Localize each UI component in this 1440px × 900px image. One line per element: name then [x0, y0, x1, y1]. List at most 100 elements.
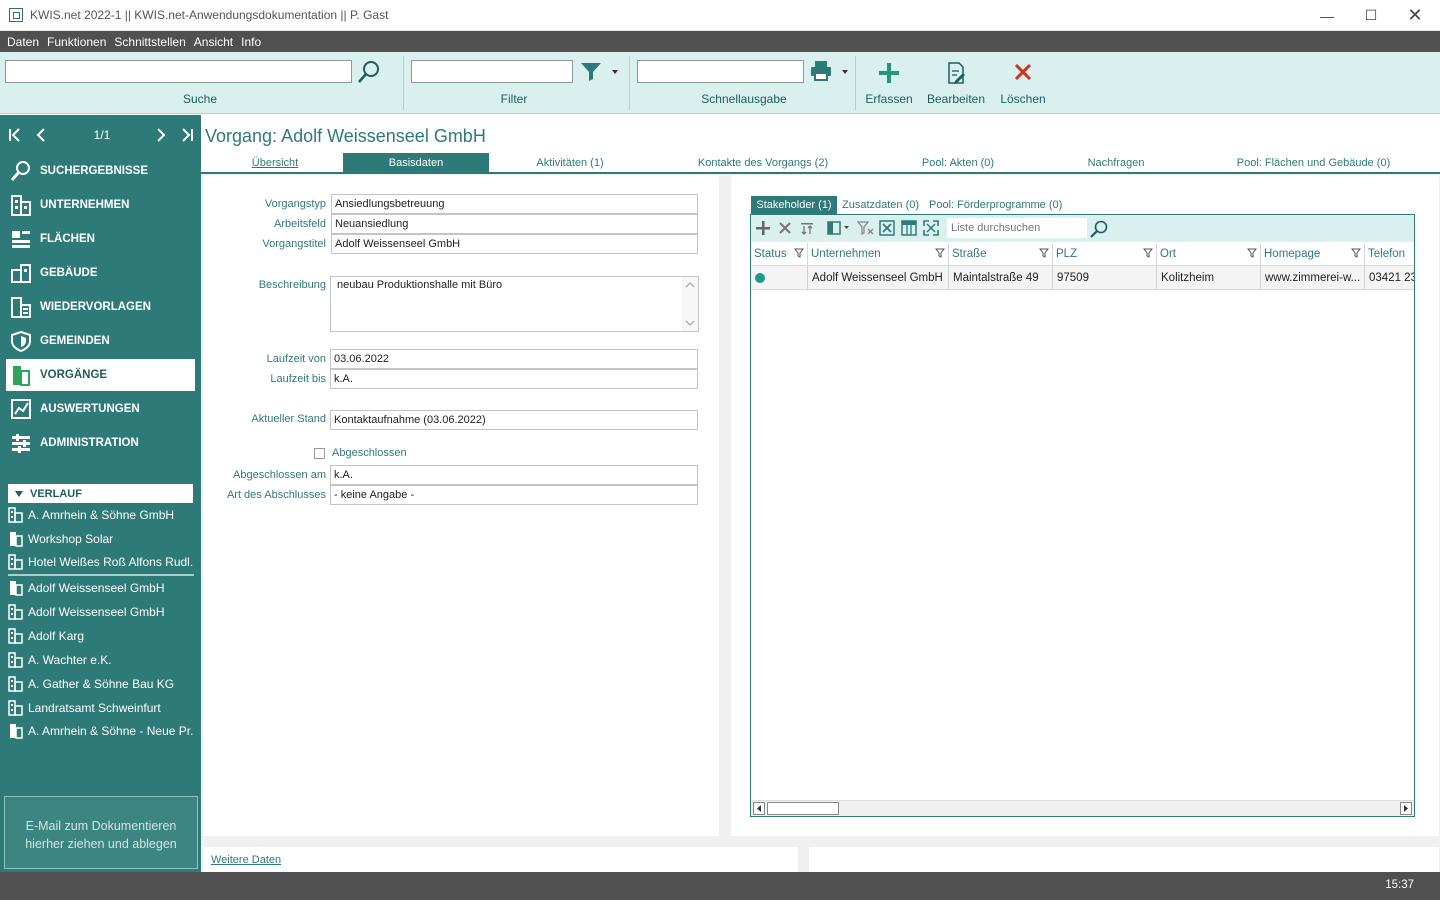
column-header-strasse[interactable]: Straße [949, 243, 1053, 265]
filter-icon[interactable] [1247, 248, 1257, 258]
remove-icon[interactable] [777, 220, 793, 236]
maximize-button[interactable]: ☐ [1348, 0, 1394, 31]
tab-uebersicht[interactable]: Übersicht [230, 153, 320, 173]
menu-ansicht[interactable]: Ansicht [194, 35, 233, 49]
printer-icon[interactable] [809, 59, 833, 83]
nav-gemeinden[interactable]: GEMEINDEN [0, 324, 201, 358]
history-item[interactable]: A. Gather & Söhne Bau KG [8, 672, 194, 696]
nav-vorgaenge[interactable]: VORGÄNGE [6, 359, 195, 391]
last-record-icon[interactable] [180, 128, 194, 142]
expand-icon[interactable] [923, 220, 939, 236]
column-header-status[interactable]: Status [751, 243, 808, 265]
tab-pool-akten[interactable]: Pool: Akten (0) [904, 153, 1012, 173]
abgeschlossen-am-field[interactable]: k.A. [330, 465, 698, 485]
history-item[interactable]: Adolf Weissenseel GmbH [8, 600, 194, 624]
homepage-cell[interactable]: www.zimmerei-w... [1261, 266, 1365, 289]
horizontal-scrollbar[interactable] [751, 800, 1414, 816]
weitere-daten-link[interactable]: Weitere Daten [211, 854, 281, 866]
filter-icon[interactable] [1143, 248, 1153, 258]
column-header-plz[interactable]: PLZ [1053, 243, 1157, 265]
subtab-foerderprogramme[interactable]: Pool: Förderprogramme (0) [929, 196, 1069, 214]
nav-flaechen[interactable]: FLÄCHEN [0, 222, 201, 256]
excel-export-icon[interactable] [879, 220, 895, 236]
column-header-telefon[interactable]: Telefon [1365, 243, 1414, 265]
history-item[interactable]: A. Amrhein & Söhne GmbH [8, 503, 194, 527]
column-header-homepage[interactable]: Homepage [1261, 243, 1365, 265]
search-input[interactable] [5, 60, 352, 83]
filter-icon[interactable] [935, 248, 945, 258]
chevron-down-icon[interactable] [610, 66, 620, 76]
grid-search-input[interactable] [947, 218, 1087, 238]
history-item[interactable]: Adolf Karg [8, 624, 194, 648]
nav-administration[interactable]: ADMINISTRATION [0, 426, 201, 460]
scroll-left-icon[interactable] [753, 802, 765, 815]
search-icon[interactable] [356, 59, 382, 85]
minimize-button[interactable]: — [1304, 0, 1350, 31]
menu-funktionen[interactable]: Funktionen [47, 35, 106, 49]
delete-button[interactable]: Löschen [995, 56, 1051, 112]
subtab-stakeholder[interactable]: Stakeholder (1) [751, 196, 837, 214]
nav-suchergebnisse[interactable]: SUCHERGEBNISSE [0, 154, 201, 188]
nav-auswertungen[interactable]: AUSWERTUNGEN [0, 392, 201, 426]
history-item[interactable]: Landratsamt Schweinfurt [8, 696, 194, 720]
next-record-icon[interactable] [153, 128, 167, 142]
quick-output-input[interactable] [637, 60, 804, 83]
first-record-icon[interactable] [8, 128, 22, 142]
status-cell [751, 266, 808, 289]
quick-output-label: Schnellausgabe [701, 92, 787, 106]
tab-pool-flaechen[interactable]: Pool: Flächen und Gebäude (0) [1226, 153, 1401, 173]
history-header[interactable]: VERLAUF [8, 484, 193, 503]
scroll-right-icon[interactable] [1400, 802, 1412, 815]
tab-basisdaten[interactable]: Basisdaten [343, 153, 489, 173]
filter-icon[interactable] [1351, 248, 1361, 258]
history-item[interactable]: A. Amrhein & Söhne - Neue Pr... [8, 719, 194, 743]
menu-info[interactable]: Info [241, 35, 261, 49]
chevron-down-icon[interactable] [840, 66, 850, 76]
menu-schnittstellen[interactable]: Schnittstellen [114, 35, 185, 49]
filter-input[interactable] [411, 60, 573, 83]
column-header-ort[interactable]: Ort [1157, 243, 1261, 265]
vorgangstitel-field[interactable]: Adolf Weissenseel GmbH [331, 234, 698, 254]
clear-filter-icon[interactable] [856, 220, 875, 236]
filter-icon[interactable] [579, 60, 603, 82]
tab-kontakte[interactable]: Kontakte des Vorgangs (2) [683, 153, 843, 173]
search-icon[interactable] [1089, 219, 1109, 239]
nav-gebaeude[interactable]: GEBÄUDE [0, 256, 201, 290]
nav-unternehmen[interactable]: UNTERNEHMEN [0, 188, 201, 222]
previous-record-icon[interactable] [35, 128, 49, 142]
vorgangstyp-field[interactable]: Ansiedlungsbetreuung [331, 194, 698, 214]
tab-aktivitaeten[interactable]: Aktivitäten (1) [520, 153, 620, 173]
scroll-thumb[interactable] [767, 802, 839, 815]
toolbar-divider [629, 56, 630, 110]
edit-button[interactable]: Bearbeiten [924, 56, 988, 112]
menu-daten[interactable]: Daten [7, 35, 39, 49]
filter-icon[interactable] [794, 248, 804, 258]
history-item[interactable]: Workshop Solar [8, 527, 194, 551]
create-button[interactable]: Erfassen [861, 56, 917, 112]
textarea-scrollbar[interactable] [682, 277, 698, 331]
stand-field[interactable]: Kontaktaufnahme (03.06.2022) [330, 410, 698, 430]
toolbar-divider [403, 56, 404, 110]
history-item[interactable]: Hotel Weißes Roß Alfons Rudl... [8, 550, 194, 574]
beschreibung-textarea[interactable]: neubau Produktionshalle mit Büro [330, 276, 699, 332]
laufzeit-bis-field[interactable]: k.A. [330, 369, 698, 389]
arbeitsfeld-field[interactable]: Neuansiedlung [331, 214, 698, 234]
history-item[interactable]: Adolf Weissenseel GmbH [8, 576, 194, 600]
tab-nachfragen[interactable]: Nachfragen [1075, 153, 1157, 173]
laufzeit-von-field[interactable]: 03.06.2022 [330, 349, 698, 369]
art-abschluss-field[interactable]: - keine Angabe - [330, 485, 698, 505]
strasse-cell: Maintalstraße 49 [949, 266, 1053, 289]
sort-icon[interactable] [799, 220, 815, 236]
window-title: KWIS.net 2022-1 || KWIS.net-Anwendungsdo… [30, 8, 389, 22]
history-item[interactable]: A. Wachter e.K. [8, 648, 194, 672]
column-chooser-icon[interactable] [827, 220, 851, 236]
abgeschlossen-checkbox[interactable] [314, 448, 325, 459]
add-icon[interactable] [755, 220, 771, 236]
layout-icon[interactable] [901, 220, 917, 236]
email-drop-zone[interactable]: E-Mail zum Dokumentieren hierher ziehen … [4, 796, 198, 869]
filter-icon[interactable] [1039, 248, 1049, 258]
close-button[interactable]: ✕ [1392, 0, 1438, 31]
subtab-zusatzdaten[interactable]: Zusatzdaten (0) [842, 196, 922, 214]
nav-wiedervorlagen[interactable]: WIEDERVORLAGEN [0, 290, 201, 324]
column-header-unternehmen[interactable]: Unternehmen [808, 243, 949, 265]
